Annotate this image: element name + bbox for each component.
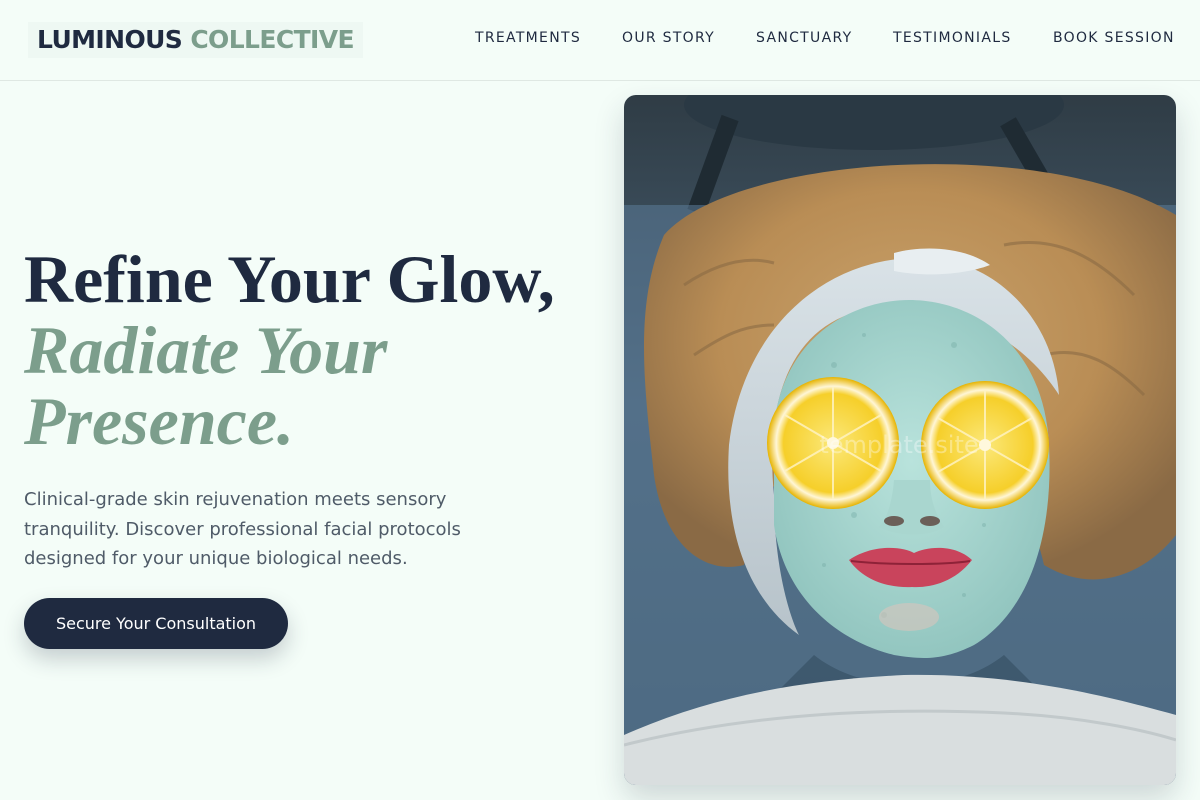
image-watermark: template.site [819, 431, 978, 459]
hero-title: Refine Your Glow, Radiate Your Presence. [24, 244, 604, 457]
hero-title-line-1: Refine Your Glow, [24, 241, 555, 317]
site-header: LUMINOUS COLLECTIVE TREATMENTS OUR STORY… [0, 0, 1200, 81]
nav-link-book-session[interactable]: BOOK SESSION [1053, 30, 1175, 46]
nav-link-testimonials[interactable]: TESTIMONIALS [893, 30, 1012, 46]
hero-title-line-3: Presence. [24, 383, 295, 459]
nav-link-our-story[interactable]: OUR STORY [622, 30, 715, 46]
secure-consultation-button[interactable]: Secure Your Consultation [24, 598, 288, 649]
main-navigation: TREATMENTS OUR STORY SANCTUARY TESTIMONI… [0, 0, 1200, 80]
hero-title-line-2: Radiate Your [24, 312, 388, 388]
nav-link-treatments[interactable]: TREATMENTS [475, 30, 581, 46]
hero-description: Clinical-grade skin rejuvenation meets s… [24, 489, 461, 569]
nav-link-sanctuary[interactable]: SANCTUARY [756, 30, 852, 46]
hero-image: template.site [624, 95, 1176, 785]
